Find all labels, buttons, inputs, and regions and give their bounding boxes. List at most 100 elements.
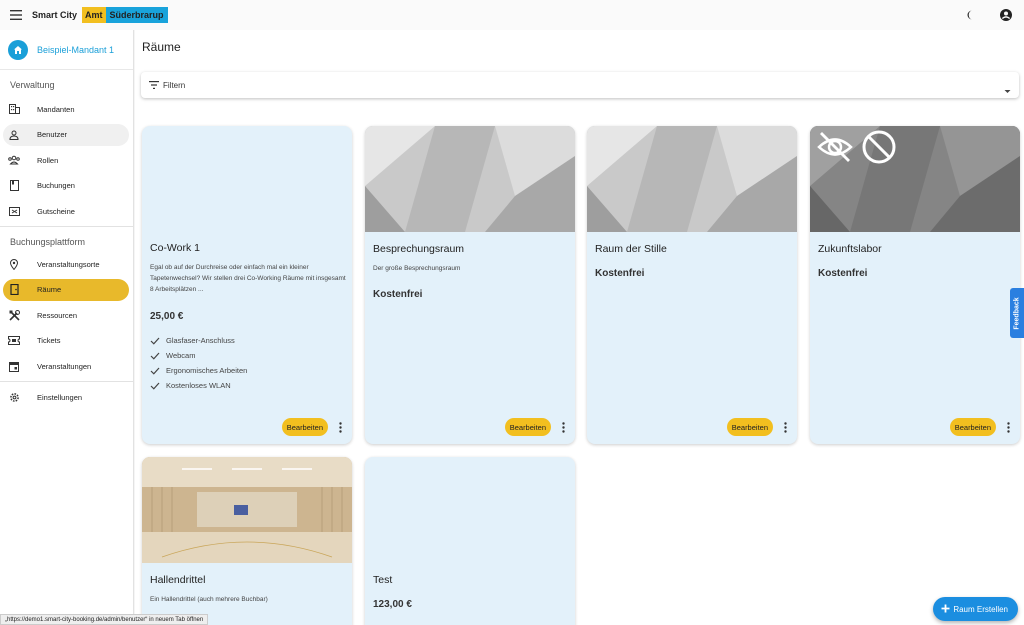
tenant-name: Beispiel-Mandant 1: [37, 44, 115, 55]
check-icon: [150, 337, 161, 345]
room-image: [587, 126, 797, 232]
feature-item: Webcam: [150, 348, 344, 363]
filter-label: Filtern: [163, 80, 186, 90]
edit-button[interactable]: Bearbeiten: [504, 418, 551, 436]
room-title: Besprechungsraum: [373, 243, 465, 255]
edit-button[interactable]: Bearbeiten: [949, 418, 996, 436]
check-icon: [150, 382, 161, 390]
nav-item-buchungen[interactable]: Buchungen: [3, 175, 129, 197]
room-title: Co-Work 1: [150, 242, 200, 254]
room-description: Ein Hallendrittel (auch mehrere Buchbar): [150, 596, 268, 603]
brand-logo[interactable]: Smart City Amt Süderbrarup: [32, 7, 168, 23]
gear-icon: [8, 391, 20, 403]
nav-label: Mandanten: [37, 104, 75, 114]
create-room-button[interactable]: Raum Erstellen: [933, 597, 1018, 621]
check-icon: [150, 352, 161, 360]
nav-label: Buchungen: [37, 181, 75, 190]
room-price: Kostenfrei: [595, 268, 645, 279]
nav-label: Gutscheine: [37, 206, 75, 216]
room-title: Test: [373, 574, 393, 586]
nav-item-benutzer[interactable]: Benutzer: [3, 123, 129, 146]
top-app-bar: Smart City Amt Süderbrarup: [0, 0, 1024, 30]
room-card[interactable]: Zukunftslabor Kostenfrei Bearbeiten: [810, 126, 1020, 444]
more-vert-icon[interactable]: [1003, 419, 1013, 435]
tenant-switcher[interactable]: Beispiel-Mandant 1: [0, 30, 133, 70]
group-icon: [8, 154, 20, 166]
nav-item-raeume[interactable]: Räume: [3, 278, 129, 301]
nav-item-rollen[interactable]: Rollen: [3, 149, 129, 171]
dark-mode-icon[interactable]: [962, 5, 982, 25]
feature-list: Glasfaser-Anschluss Webcam Ergonomisches…: [150, 333, 344, 393]
nav-item-gutscheine[interactable]: Gutscheine: [3, 200, 129, 222]
person-icon: [8, 129, 20, 141]
more-vert-icon[interactable]: [780, 419, 790, 435]
room-description: Der große Besprechungsraum: [373, 265, 461, 272]
menu-icon[interactable]: [2, 1, 30, 29]
brand-name: Smart City: [32, 10, 78, 20]
block-icon: [861, 129, 897, 170]
room-price: 123,00 €: [373, 599, 412, 610]
more-vert-icon[interactable]: [335, 419, 345, 435]
room-price: Kostenfrei: [818, 268, 868, 279]
room-price: Kostenfrei: [373, 289, 423, 300]
add-icon: [941, 604, 950, 615]
room-description: Egal ob auf der Durchreise oder einfach …: [150, 264, 346, 293]
main-content: Räume Filtern Co-Work 1 Egal ob auf der …: [135, 30, 1024, 625]
location-pin-icon: [8, 258, 20, 270]
nav-item-einstellungen[interactable]: Einstellungen: [3, 386, 129, 408]
status-bar-url: „https://demo1.smart-city-booking.de/adm…: [0, 614, 209, 625]
create-room-label: Raum Erstellen: [953, 604, 1008, 614]
sidebar: Beispiel-Mandant 1 Verwaltung Mandanten …: [0, 30, 134, 625]
section-title-admin: Verwaltung: [10, 79, 55, 90]
page-title: Räume: [142, 40, 181, 54]
check-icon: [150, 367, 161, 375]
edit-button[interactable]: Bearbeiten: [726, 418, 773, 436]
brand-place: Süderbrarup: [105, 7, 168, 23]
nav-item-veranstaltungsorte[interactable]: Veranstaltungsorte: [3, 253, 129, 275]
room-card[interactable]: Co-Work 1 Egal ob auf der Durchreise ode…: [142, 126, 352, 444]
room-card[interactable]: Hallendrittel Ein Hallendrittel (auch me…: [142, 457, 352, 625]
door-icon: [8, 284, 20, 296]
home-icon: [8, 39, 28, 60]
room-image: [810, 126, 1020, 232]
nav-label: Räume: [37, 285, 62, 294]
account-icon[interactable]: [996, 5, 1016, 25]
feedback-tab[interactable]: Feedback: [1010, 288, 1024, 338]
room-card[interactable]: Raum der Stille Kostenfrei Bearbeiten: [587, 126, 797, 444]
edit-button[interactable]: Bearbeiten: [281, 418, 328, 436]
brand-tag: Amt: [82, 7, 106, 23]
room-title: Hallendrittel: [150, 574, 206, 586]
visibility-off-icon: [816, 130, 854, 169]
room-title: Raum der Stille: [595, 243, 667, 255]
nav-item-ressourcen[interactable]: Ressourcen: [3, 304, 129, 326]
filter-panel[interactable]: Filtern: [141, 72, 1019, 98]
feature-item: Kostenloses WLAN: [150, 378, 344, 393]
nav-label: Ressourcen: [37, 310, 78, 320]
calendar-icon: [8, 360, 20, 372]
more-vert-icon[interactable]: [558, 419, 568, 435]
nav-label: Rollen: [37, 155, 59, 165]
divider: [0, 226, 133, 227]
nav-label: Einstellungen: [37, 392, 83, 402]
nav-label: Veranstaltungsorte: [37, 259, 100, 269]
feature-item: Ergonomisches Arbeiten: [150, 363, 344, 378]
building-icon: [8, 103, 20, 115]
room-price: 25,00 €: [150, 311, 184, 322]
filter-icon: [149, 76, 159, 94]
room-image: [365, 126, 575, 232]
divider: [0, 381, 133, 382]
chevron-down-icon[interactable]: [1004, 81, 1011, 99]
nav-label: Benutzer: [37, 130, 68, 139]
room-card[interactable]: Test 123,00 €: [365, 457, 575, 625]
nav-item-tickets[interactable]: Tickets: [3, 330, 129, 352]
room-image: [142, 457, 352, 563]
voucher-icon: [8, 205, 20, 217]
room-card[interactable]: Besprechungsraum Der große Besprechungsr…: [365, 126, 575, 444]
section-title-platform: Buchungsplattform: [10, 237, 86, 247]
ticket-icon: [8, 335, 20, 347]
nav-item-mandanten[interactable]: Mandanten: [3, 98, 129, 120]
tools-icon: [8, 309, 20, 321]
nav-label: Tickets: [37, 336, 61, 345]
nav-label: Veranstaltungen: [37, 361, 92, 371]
nav-item-veranstaltungen[interactable]: Veranstaltungen: [3, 355, 129, 377]
